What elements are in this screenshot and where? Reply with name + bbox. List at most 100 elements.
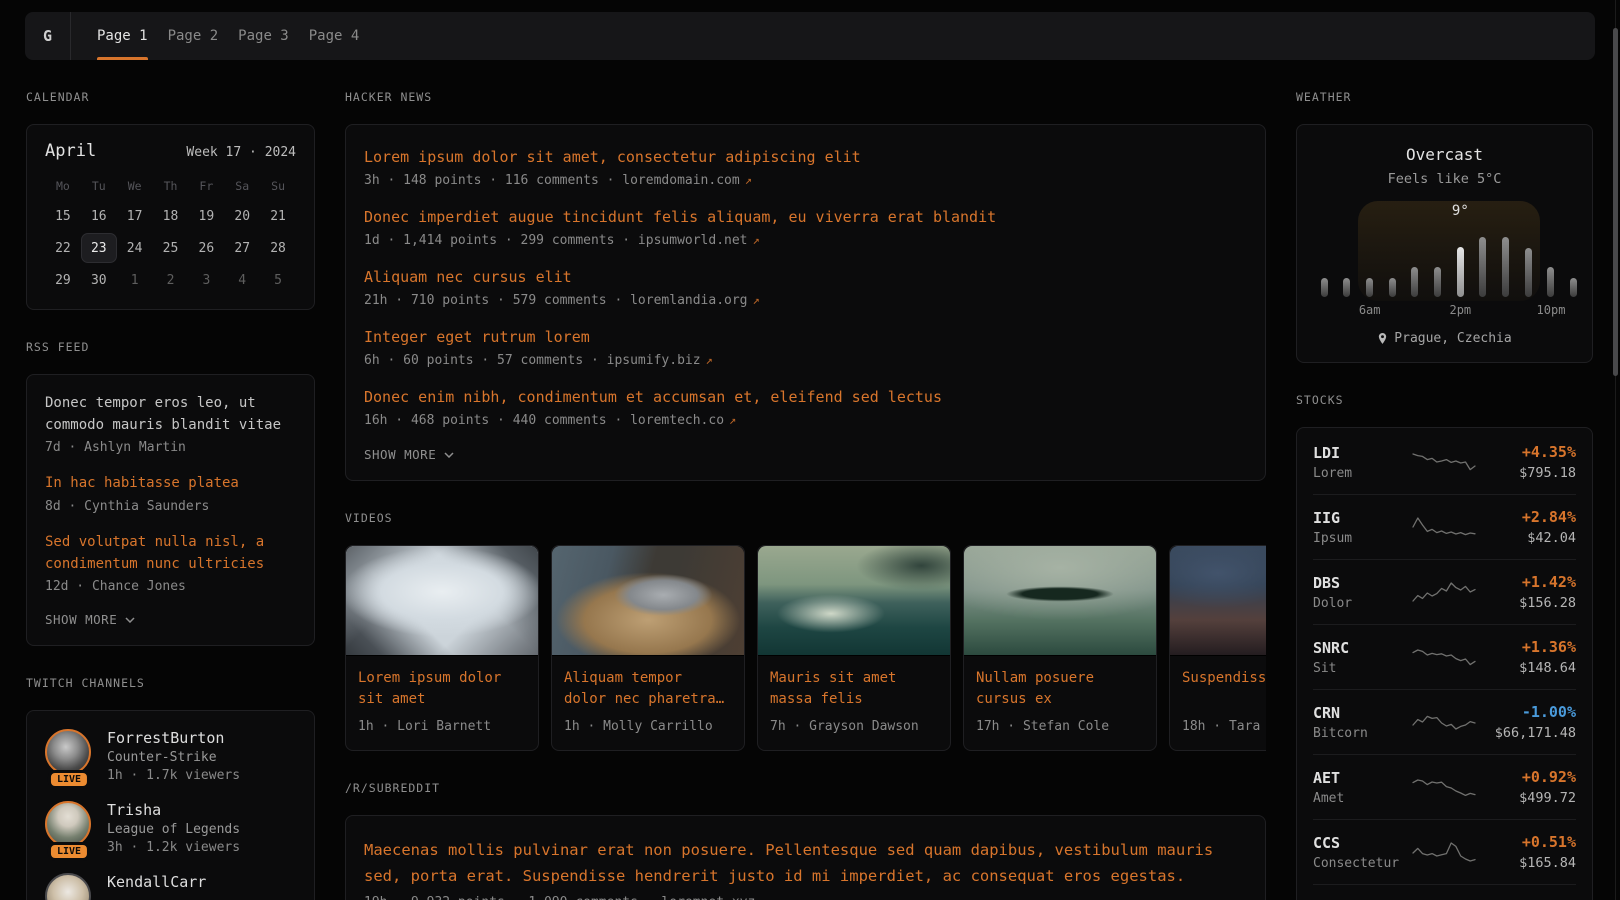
channel-meta: 1h · 1.7k viewers [107, 768, 240, 783]
dashboard-page: G Page 1 Page 2 Page 3 Page 4 CALENDAR [0, 0, 1620, 900]
weather-bar [1366, 278, 1373, 297]
calendar-day: 21 [260, 201, 296, 231]
calendar-day: 22 [45, 233, 81, 263]
hackernews-section-label: HACKER NEWS [345, 90, 1266, 104]
video-card[interactable]: Suspendisse diam 18h · Tara [1169, 545, 1266, 751]
calendar-widget: April Week 17 · 2024 Mo Tu We Th Fr Sa S… [26, 124, 315, 310]
tab-page-4[interactable]: Page 4 [299, 12, 370, 60]
twitch-channel-row[interactable]: KendallCarr [45, 873, 296, 900]
hackernews-item: Donec enim nibh, condimentum et accumsan… [364, 387, 1247, 428]
weather-bar [1525, 248, 1532, 297]
tab-page-1[interactable]: Page 1 [87, 12, 158, 60]
twitch-channel-row[interactable]: LIVE Trisha League of Legends 3h · 1.2k … [45, 801, 296, 855]
hackernews-item: Donec imperdiet augue tincidunt felis al… [364, 207, 1247, 248]
video-thumbnail[interactable] [1170, 546, 1266, 656]
stock-change: +2.84% [1478, 508, 1577, 526]
rss-show-more-button[interactable]: SHOW MORE [45, 612, 135, 627]
external-link-icon[interactable]: ↗ [753, 233, 760, 247]
stock-change: +1.42% [1478, 573, 1577, 591]
video-meta: 7h · Grayson Dawson [770, 719, 938, 734]
video-title[interactable]: Suspendisse diam [1182, 668, 1266, 710]
weather-bar [1434, 267, 1441, 297]
stock-price: $165.84 [1478, 855, 1577, 871]
hackernews-item-title[interactable]: Lorem ipsum dolor sit amet, consectetur … [364, 147, 1247, 168]
rss-item-title[interactable]: Donec tempor eros leo, ut commodo mauris… [45, 393, 296, 436]
tab-page-2[interactable]: Page 2 [158, 12, 229, 60]
stock-row[interactable]: IIG Ipsum +2.84% $42.04 [1313, 494, 1576, 559]
subreddit-post-title[interactable]: Maecenas mollis pulvinar erat non posuer… [364, 838, 1247, 889]
video-thumbnail[interactable] [346, 546, 538, 656]
calendar-week-year: Week 17 · 2024 [186, 145, 296, 160]
stock-row[interactable]: CRN Bitcorn -1.00% $66,171.48 [1313, 689, 1576, 754]
video-title[interactable]: Nullam posuere cursus ex [976, 668, 1144, 710]
rss-item-title[interactable]: In hac habitasse platea [45, 473, 296, 495]
calendar-day-selected: 23 [81, 233, 117, 263]
stock-row[interactable]: LDI Lorem +4.35% $795.18 [1313, 430, 1576, 494]
active-tab-underline [97, 57, 148, 60]
hackernews-item-meta: 6h · 60 points · 57 comments · ipsumify.… [364, 353, 1247, 368]
calendar-day: 27 [224, 233, 260, 263]
weather-bar-current [1457, 247, 1464, 297]
stock-price: $148.64 [1478, 660, 1577, 676]
video-thumbnail[interactable] [964, 546, 1156, 656]
calendar-section-label: CALENDAR [26, 90, 315, 104]
stock-sparkline [1412, 709, 1476, 735]
scrollbar-thumb[interactable] [1613, 28, 1618, 376]
hackernews-item-meta: 3h · 148 points · 116 comments · loremdo… [364, 173, 1247, 188]
stock-row[interactable]: CCS Consectetur +0.51% $165.84 [1313, 819, 1576, 884]
external-link-icon[interactable]: ↗ [745, 173, 752, 187]
twitch-widget: LIVE ForrestBurton Counter-Strike 1h · 1… [26, 710, 315, 900]
tab-page-3[interactable]: Page 3 [228, 12, 299, 60]
current-temperature: 9° [1452, 203, 1469, 219]
video-thumbnail[interactable] [552, 546, 744, 656]
calendar-day: 18 [153, 201, 189, 231]
stock-price: $795.18 [1478, 465, 1577, 481]
avatar [45, 873, 91, 900]
stock-row[interactable]: AHS +0.46% [1313, 884, 1576, 900]
rss-item: Sed volutpat nulla nisl, a condimentum n… [45, 532, 296, 594]
calendar-day: 26 [188, 233, 224, 263]
video-title[interactable]: Lorem ipsum dolor sit amet consectetu… [358, 668, 526, 710]
channel-game: Counter-Strike [107, 750, 240, 765]
weather-time-label: 10pm [1537, 303, 1566, 317]
channel-name: Trisha [107, 801, 240, 819]
stock-row[interactable]: SNRC Sit +1.36% $148.64 [1313, 624, 1576, 689]
stock-row[interactable]: AET Amet +0.92% $499.72 [1313, 754, 1576, 819]
twitch-channel-row[interactable]: LIVE ForrestBurton Counter-Strike 1h · 1… [45, 729, 296, 783]
rss-section-label: RSS FEED [26, 340, 315, 354]
video-title[interactable]: Aliquam tempor dolor nec pharetra… [564, 668, 732, 710]
weather-time-label: 6am [1359, 303, 1381, 317]
rss-item-title[interactable]: Sed volutpat nulla nisl, a condimentum n… [45, 532, 296, 575]
video-card[interactable]: Lorem ipsum dolor sit amet consectetu… 1… [345, 545, 539, 751]
calendar-day: 30 [81, 265, 117, 295]
right-column: WEATHER Overcast Feels like 5°C 9° 6am2p… [1296, 60, 1593, 900]
weather-bar [1389, 278, 1396, 297]
hackernews-widget: Lorem ipsum dolor sit amet, consectetur … [345, 124, 1266, 481]
rss-widget: Donec tempor eros leo, ut commodo mauris… [26, 374, 315, 646]
video-card[interactable]: Mauris sit amet massa felis 7h · Grayson… [757, 545, 951, 751]
stock-name: Dolor [1313, 596, 1412, 611]
hackernews-item-title[interactable]: Donec enim nibh, condimentum et accumsan… [364, 387, 1247, 408]
stock-price: $42.04 [1478, 530, 1577, 546]
calendar-grid: Mo Tu We Th Fr Sa Su 15 16 17 18 19 20 2… [45, 173, 296, 295]
day-header: Mo [45, 173, 81, 199]
stock-price: $499.72 [1478, 790, 1577, 806]
external-link-icon[interactable]: ↗ [729, 413, 736, 427]
external-link-icon[interactable]: ↗ [760, 895, 767, 900]
chevron-down-icon [444, 452, 454, 458]
video-title[interactable]: Mauris sit amet massa felis [770, 668, 938, 710]
stock-row[interactable]: DBS Dolor +1.42% $156.28 [1313, 559, 1576, 624]
external-link-icon[interactable]: ↗ [753, 293, 760, 307]
video-card[interactable]: Nullam posuere cursus ex 17h · Stefan Co… [963, 545, 1157, 751]
hackernews-item-meta: 1d · 1,414 points · 299 comments · ipsum… [364, 233, 1247, 248]
video-card[interactable]: Aliquam tempor dolor nec pharetra… 1h · … [551, 545, 745, 751]
hackernews-item-title[interactable]: Donec imperdiet augue tincidunt felis al… [364, 207, 1247, 228]
stock-price: $156.28 [1478, 595, 1577, 611]
video-thumbnail[interactable] [758, 546, 950, 656]
rss-item-meta: 7d · Ashlyn Martin [45, 440, 296, 455]
external-link-icon[interactable]: ↗ [706, 353, 713, 367]
day-header: We [117, 173, 153, 199]
hackernews-item-title[interactable]: Aliquam nec cursus elit [364, 267, 1247, 288]
hackernews-item-title[interactable]: Integer eget rutrum lorem [364, 327, 1247, 348]
hackernews-show-more-button[interactable]: SHOW MORE [364, 447, 454, 462]
